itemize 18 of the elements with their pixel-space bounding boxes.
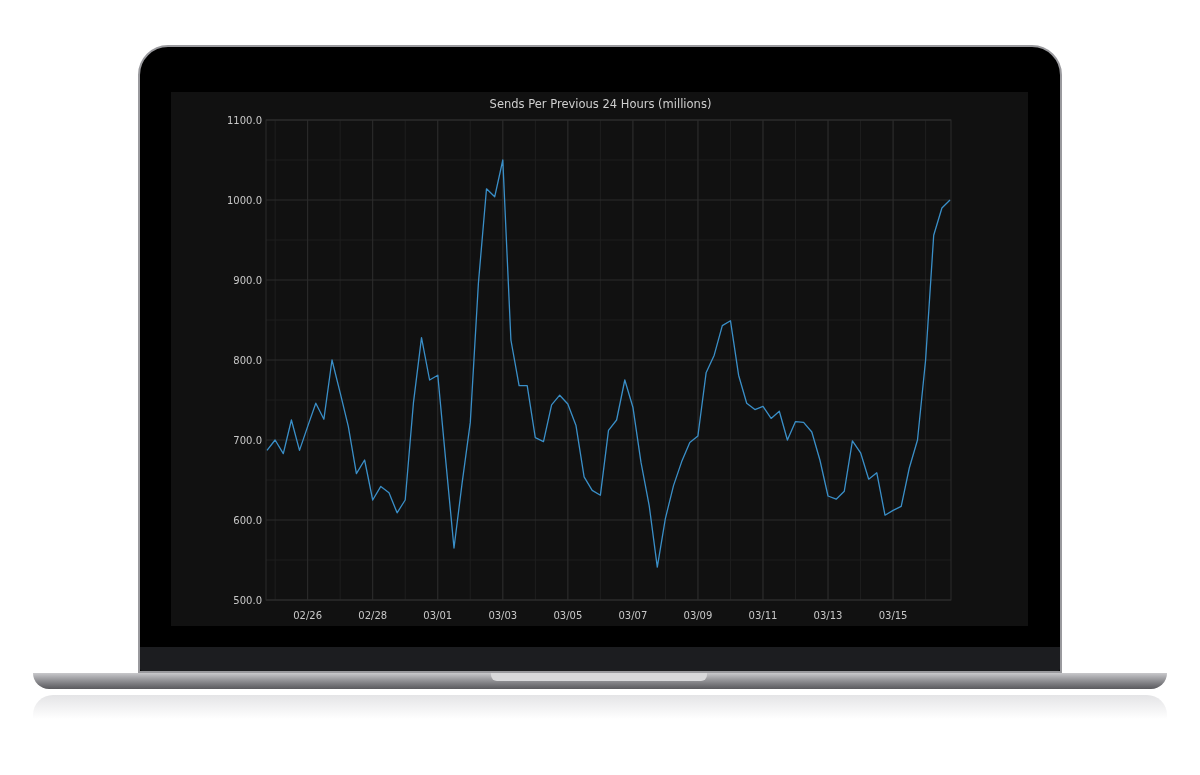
- y-axis-label: 1100.0: [227, 115, 262, 126]
- x-axis-label: 03/05: [553, 610, 583, 621]
- x-axis-label: 03/01: [423, 610, 453, 621]
- x-axis-label: 03/11: [748, 610, 778, 621]
- x-axis-label: 03/15: [878, 610, 908, 621]
- y-axis-label: 900.0: [233, 275, 262, 286]
- y-axis-label: 800.0: [233, 355, 262, 366]
- x-axis-label: 02/28: [358, 610, 388, 621]
- x-axis-label: 03/03: [488, 610, 518, 621]
- x-axis-label: 02/26: [293, 610, 323, 621]
- y-axis-label: 1000.0: [227, 195, 262, 206]
- x-axis-label: 03/09: [683, 610, 713, 621]
- y-axis-label: 700.0: [233, 435, 262, 446]
- x-axis-label: 03/13: [813, 610, 843, 621]
- chart-title: Sends Per Previous 24 Hours (millions): [489, 97, 712, 111]
- y-axis-label: 500.0: [233, 595, 262, 606]
- x-axis-label: 03/07: [618, 610, 648, 621]
- y-axis-label: 600.0: [233, 515, 262, 526]
